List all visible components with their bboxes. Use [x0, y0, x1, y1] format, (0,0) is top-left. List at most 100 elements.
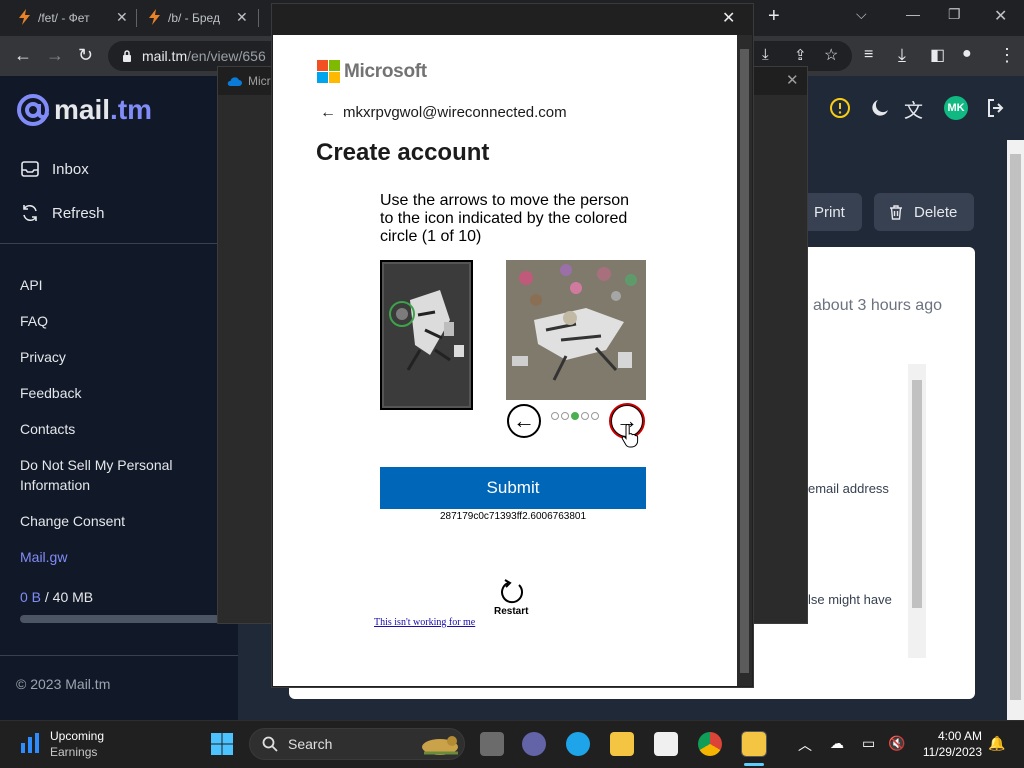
page-title: Create account	[316, 139, 490, 166]
nav-inbox[interactable]: Inbox	[20, 159, 89, 179]
media-controls-icon[interactable]: ≡	[864, 46, 873, 64]
forward-icon[interactable]: →	[46, 45, 64, 66]
network-icon[interactable]: ▭	[862, 735, 875, 752]
install-icon[interactable]: ⤓	[762, 46, 769, 63]
link-do-not-sell[interactable]: Do Not Sell My Personal Information	[20, 455, 200, 495]
search-label: Search	[288, 736, 333, 752]
minimize-icon[interactable]: —	[906, 6, 920, 22]
scrollbar-thumb[interactable]	[1010, 154, 1021, 700]
browser-tab[interactable]: /b/ - Бред	[146, 4, 246, 32]
nav-refresh-label: Refresh	[52, 204, 105, 222]
clock-date: 11/29/2023	[922, 745, 982, 759]
inbox-icon	[21, 161, 39, 177]
close-tab-icon[interactable]: ✕	[116, 9, 128, 26]
taskbar-search[interactable]: Search	[249, 728, 465, 760]
position-dot	[591, 412, 599, 420]
page-scrollbar[interactable]	[1007, 140, 1024, 720]
bolt-icon	[149, 9, 160, 25]
link-contacts[interactable]: Contacts	[20, 419, 75, 439]
profile-icon[interactable]: ●	[962, 45, 972, 63]
scrollbar-thumb[interactable]	[740, 49, 749, 673]
nav-inbox-label: Inbox	[52, 160, 89, 178]
tab-title: /b/ - Бред	[168, 11, 220, 25]
popup-scrollbar[interactable]	[737, 35, 752, 686]
show-hidden-icons-chevron-icon[interactable]: ︿	[798, 735, 812, 755]
logo-dot: .	[110, 94, 118, 125]
link-faq[interactable]: FAQ	[20, 311, 48, 331]
delete-label: Delete	[914, 203, 958, 221]
reload-icon[interactable]: ↻	[78, 45, 93, 66]
tab-separator	[136, 9, 137, 27]
volume-muted-icon[interactable]: 🔇	[888, 735, 905, 752]
message-time: about 3 hours ago	[813, 297, 942, 314]
translate-icon[interactable]: 文	[904, 96, 928, 122]
position-dot	[551, 412, 559, 420]
logo-square-red	[317, 60, 328, 71]
previous-arrow-button[interactable]: ←	[507, 404, 541, 438]
teams-chat-icon[interactable]	[522, 732, 546, 756]
back-icon[interactable]: ←	[14, 45, 32, 66]
link-api[interactable]: API	[20, 275, 43, 295]
windows-start-icon[interactable]	[210, 732, 234, 756]
tab-separator	[258, 9, 259, 27]
edge-icon[interactable]	[566, 732, 590, 756]
logout-icon[interactable]	[984, 96, 1008, 120]
arrow-left-icon: ←	[513, 408, 535, 433]
restart-icon[interactable]	[499, 579, 525, 605]
browser-tab[interactable]: /fet/ - Фет	[16, 4, 126, 32]
not-working-link[interactable]: This isn't working for me	[374, 617, 475, 628]
microsoft-store-icon[interactable]	[654, 732, 678, 756]
chrome-taskbar-icon[interactable]	[698, 732, 722, 756]
onedrive-cloud-icon	[227, 77, 242, 86]
share-icon[interactable]: ⇪	[794, 46, 807, 64]
file-explorer-icon[interactable]	[610, 732, 634, 756]
scene-figure-image	[506, 260, 646, 400]
background-dialog-close-icon[interactable]: ✕	[786, 71, 799, 89]
link-change-consent[interactable]: Change Consent	[20, 511, 125, 531]
window-close-icon[interactable]: ✕	[994, 6, 1007, 26]
scrollbar-thumb[interactable]	[912, 380, 922, 608]
message-body-fragment: email address	[808, 481, 889, 496]
restart-label[interactable]: Restart	[494, 606, 528, 617]
mailtm-logo[interactable]: mail.tm	[16, 93, 152, 127]
task-view-icon[interactable]	[480, 732, 504, 756]
notifications-bell-icon[interactable]: 🔔	[988, 735, 1005, 752]
side-panel-icon[interactable]: ◧	[930, 45, 945, 65]
delete-button[interactable]: Delete	[874, 193, 974, 231]
logo-square-green	[329, 60, 340, 71]
warning-icon[interactable]	[828, 96, 852, 120]
chrome-menu-icon[interactable]: ⋮	[998, 45, 1016, 66]
logo-tm: tm	[117, 94, 153, 125]
captcha-target-image: Match This!	[380, 260, 796, 681]
link-mail-gw[interactable]: Mail.gw	[20, 547, 67, 567]
print-label: Print	[814, 203, 845, 221]
onedrive-tray-icon[interactable]: ☁	[830, 735, 844, 752]
moon-icon[interactable]	[868, 96, 892, 120]
onedrive-folder-icon[interactable]	[741, 731, 767, 757]
system-clock[interactable]: 4:00 AM 11/29/2023	[918, 728, 982, 760]
close-tab-icon[interactable]: ✕	[236, 9, 248, 26]
downloads-icon[interactable]: ⤓	[898, 45, 906, 66]
back-arrow-icon[interactable]: ←	[320, 104, 336, 122]
avatar[interactable]: MK	[944, 96, 968, 120]
clock-time: 4:00 AM	[937, 729, 982, 743]
submit-button[interactable]: Submit	[380, 467, 646, 509]
new-tab-button[interactable]: +	[768, 5, 780, 28]
widgets-button[interactable]: Upcoming Earnings	[50, 728, 104, 760]
widget-subtitle: Earnings	[50, 745, 98, 759]
session-id: 287179c0c71393ff2.6006763801	[439, 511, 587, 522]
popup-close-icon[interactable]: ✕	[722, 8, 735, 28]
bookmark-star-icon[interactable]: ☆	[824, 45, 838, 65]
link-privacy[interactable]: Privacy	[20, 347, 66, 367]
account-email: mkxrpvgwol@wireconnected.com	[343, 104, 567, 121]
stocks-widget-icon[interactable]	[18, 731, 42, 755]
restore-icon[interactable]: ❐	[948, 6, 961, 23]
sidebar-divider	[0, 655, 238, 656]
nav-refresh[interactable]: Refresh	[20, 203, 105, 223]
at-sign-icon	[17, 94, 49, 126]
position-dot	[571, 412, 579, 420]
message-scrollbar[interactable]	[908, 364, 926, 658]
hand-cursor-icon	[621, 424, 639, 448]
tab-search-chevron-icon[interactable]: ⌵	[856, 6, 867, 23]
link-feedback[interactable]: Feedback	[20, 383, 81, 403]
